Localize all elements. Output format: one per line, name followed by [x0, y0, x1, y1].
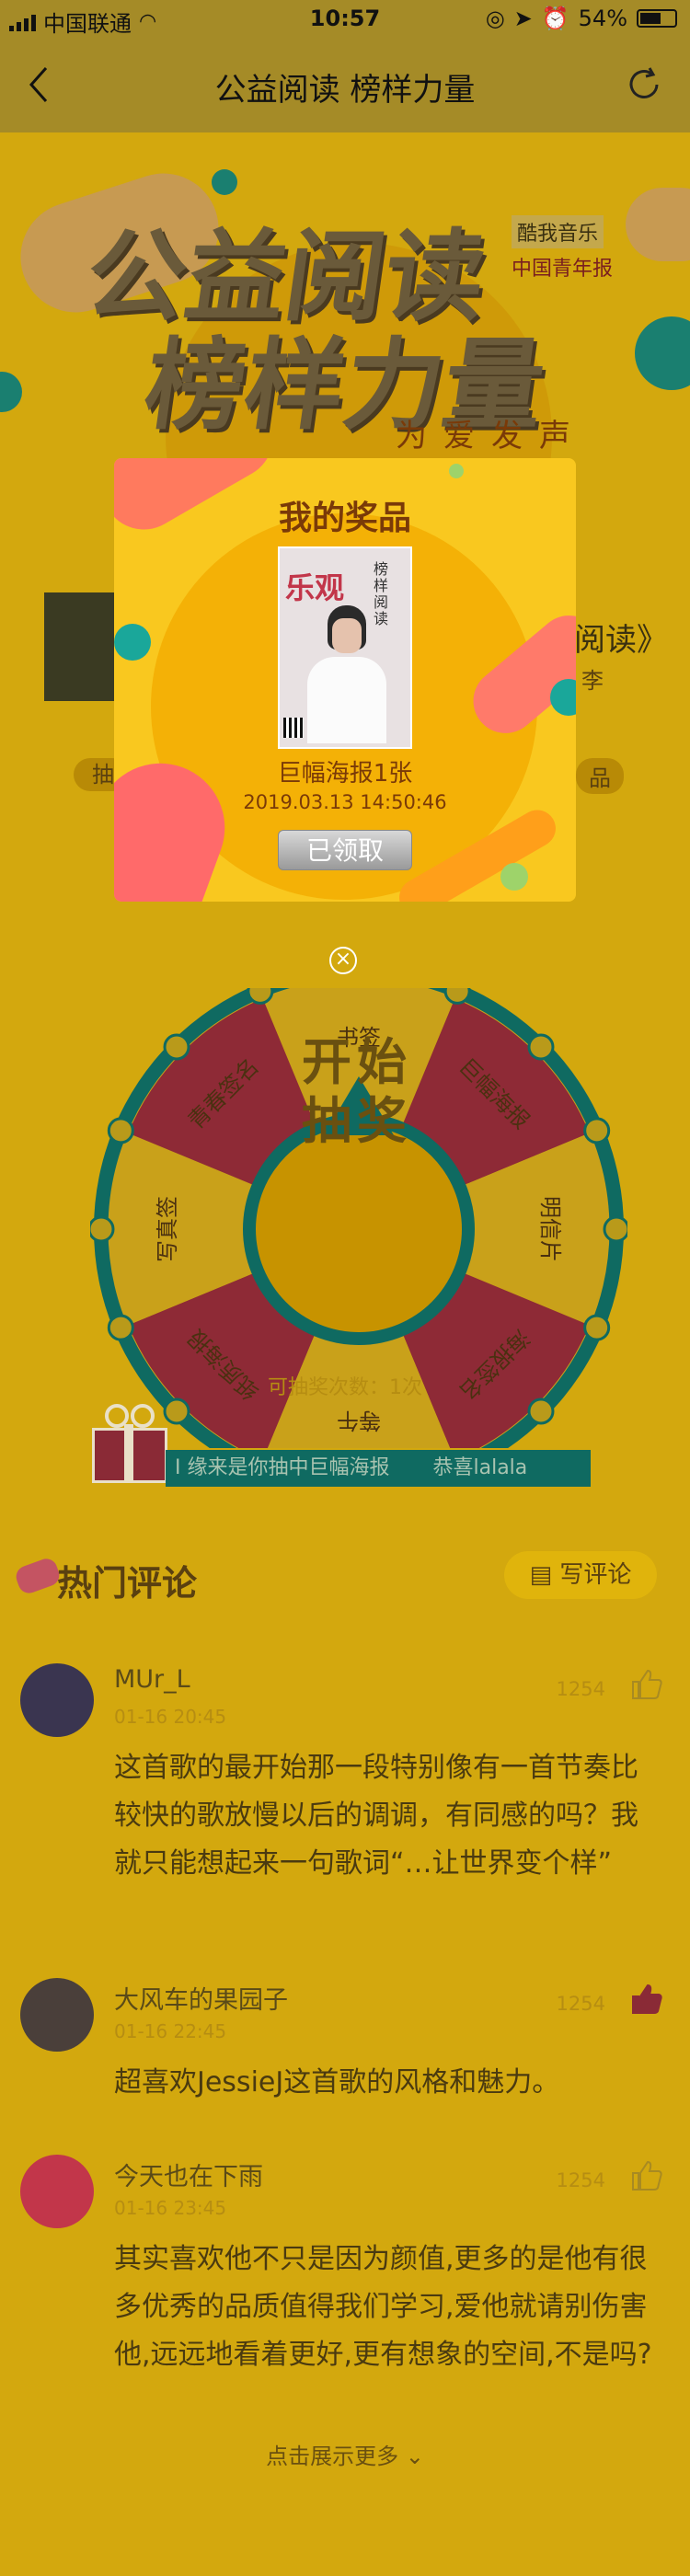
- modal-deco-teal: [550, 679, 576, 716]
- wheel-bulb: [247, 988, 274, 1005]
- comment-body: 这首歌的最开始那一段特别像有一首节奏比较快的歌放慢以后的调调，有同感的吗？我就只…: [114, 1752, 638, 1880]
- wheel-bulb: [583, 1314, 611, 1341]
- comment-username[interactable]: 今天也在下雨: [114, 2156, 263, 2192]
- modal-title: 我的奖品: [278, 500, 411, 537]
- poster-title: 乐观: [285, 570, 345, 605]
- hot-comments-title: 热门评论: [57, 1563, 198, 1604]
- wheel-bulb: [107, 1117, 134, 1144]
- battery-icon: [637, 9, 677, 28]
- modal-deco-green: [500, 863, 528, 891]
- avatar[interactable]: [20, 1663, 94, 1737]
- nav-bar: 公益阅读 榜样力量: [0, 37, 690, 132]
- wheel-bulb: [443, 988, 471, 1005]
- status-bar: 中国联通 ◠ 10:57 ◎ ➤ ⏰ 54%: [0, 0, 690, 37]
- wheel-bulb: [107, 1314, 134, 1341]
- wheel-segment-label: 等午: [337, 1408, 381, 1433]
- wheel-bulb: [90, 1215, 115, 1243]
- write-comment-button[interactable]: ▤ 写评论: [504, 1551, 657, 1599]
- comment-body: 其实喜欢他不只是因为颜值,更多的是他有很多优秀的品质值得我们学习,爱他就请别伤害…: [114, 2243, 652, 2371]
- close-icon[interactable]: ×: [329, 947, 357, 974]
- wheel-start-text-2[interactable]: 抽奖: [302, 1080, 412, 1153]
- status-right: ◎ ➤ ⏰ 54%: [486, 6, 677, 31]
- modal-deco-teal: [114, 624, 151, 661]
- banner-slogan: 为爱发声: [396, 418, 587, 454]
- like-count: 1254: [556, 1993, 605, 2015]
- avatar[interactable]: [20, 2155, 94, 2228]
- wheel-segment-label: 明信片: [537, 1196, 563, 1262]
- prize-name: 巨幅海报1张: [277, 760, 413, 788]
- draw-count: 可抽奖次数：1次: [268, 1376, 422, 1399]
- wheel-bulb: [527, 1397, 555, 1425]
- right-card-title: 阅读》: [574, 622, 668, 659]
- wheel-bulb: [163, 1033, 190, 1061]
- wheel-bulb: [163, 1397, 190, 1425]
- ticker-text: I 缘来是你抽中巨幅海报: [175, 1456, 390, 1479]
- location-icon: ➤: [513, 6, 533, 31]
- wheel-bulb: [527, 1033, 555, 1061]
- prize-time: 2019.03.13 14:50:46: [243, 791, 447, 813]
- comment-time: 01-16 20:45: [114, 1706, 227, 1728]
- refresh-icon[interactable]: [624, 64, 664, 105]
- modal-deco-green: [449, 464, 464, 478]
- right-card-subtitle: 李: [581, 668, 604, 694]
- wheel-segment-label: 写真签: [155, 1196, 180, 1262]
- thumbs-up-icon[interactable]: [629, 1667, 664, 1702]
- prize-modal: 我的奖品 乐观 榜样阅读 巨幅海报1张 2019.03.13 14:50:46 …: [114, 458, 576, 902]
- thumbs-up-icon[interactable]: [629, 2158, 664, 2193]
- comment-time: 01-16 23:45: [114, 2197, 227, 2219]
- poster-portrait: [307, 605, 386, 743]
- show-more-link[interactable]: 点击展示更多 ⌄: [0, 2438, 690, 2470]
- wheel-bulb: [603, 1215, 627, 1243]
- brand-kuwo: 酷我音乐: [512, 215, 604, 248]
- page-title: 公益阅读 榜样力量: [214, 72, 476, 109]
- winner-ticker: I 缘来是你抽中巨幅海报 恭喜lalala: [166, 1450, 591, 1487]
- comment-body: 超喜欢JessieJ这首歌的风格和魅力。: [114, 2066, 560, 2099]
- avatar[interactable]: [20, 1978, 94, 2052]
- write-comment-label: 写评论: [559, 1561, 632, 1589]
- alarm-icon: ⏰: [541, 6, 569, 31]
- brand-cyol: 中国青年报: [512, 258, 614, 281]
- deco-circle: [0, 372, 22, 412]
- battery-percent: 54%: [578, 6, 627, 31]
- like-count: 1254: [556, 1678, 605, 1700]
- prize-poster-image: 乐观 榜样阅读: [278, 546, 412, 749]
- edit-icon: ▤: [529, 1561, 553, 1589]
- wheel-bulb: [583, 1117, 611, 1144]
- qr-code-icon: [283, 718, 304, 738]
- like-count: 1254: [556, 2169, 605, 2191]
- ticker-congrats: 恭喜lalala: [432, 1456, 528, 1479]
- claimed-button[interactable]: 已领取: [278, 830, 412, 870]
- comment-item: MUr_L 01-16 20:45 1254 这首歌的最开始那一段特别像有一首节…: [0, 1663, 690, 1939]
- right-card-tag: 品: [576, 758, 624, 794]
- comment-item: 今天也在下雨 01-16 23:45 1254 其实喜欢他不只是因为颜值,更多的…: [0, 2155, 690, 2431]
- chevron-down-icon: ⌄: [405, 2444, 424, 2469]
- show-more-label: 点击展示更多: [266, 2444, 399, 2469]
- left-card-image: [44, 592, 123, 701]
- deco-circle: [635, 316, 690, 390]
- comment-username[interactable]: 大风车的果园子: [114, 1980, 288, 2016]
- comment-time: 01-16 22:45: [114, 2020, 227, 2042]
- thumbs-up-icon[interactable]: [629, 1982, 664, 2017]
- gift-box-icon: [92, 1400, 167, 1483]
- lock-rotation-icon: ◎: [485, 6, 505, 31]
- deco-blob: [626, 188, 690, 261]
- comment-username[interactable]: MUr_L: [114, 1665, 190, 1694]
- deco-circle: [212, 169, 237, 195]
